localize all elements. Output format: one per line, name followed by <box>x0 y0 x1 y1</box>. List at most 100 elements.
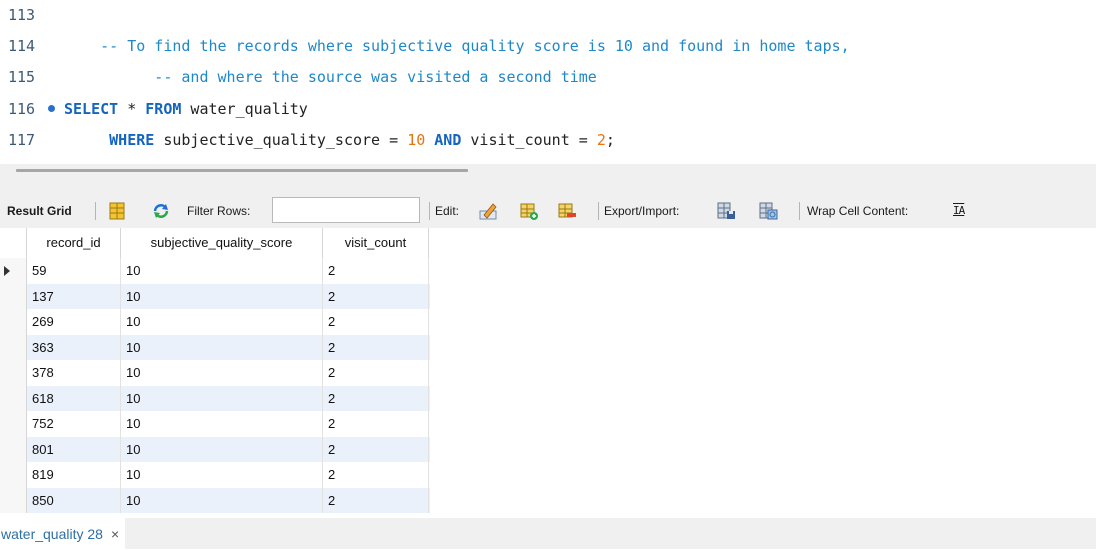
cell-visit-count[interactable]: 2 <box>323 462 429 488</box>
cell-record-id[interactable]: 269 <box>27 309 121 335</box>
cell-subjective-quality-score[interactable]: 10 <box>121 258 323 284</box>
result-tab[interactable]: water_quality 28 × <box>0 518 126 549</box>
cell-record-id[interactable]: 378 <box>27 360 121 386</box>
row-marker[interactable] <box>0 462 27 488</box>
code-text: -- To find the records where subjective … <box>64 31 850 61</box>
panel-splitter[interactable] <box>0 164 1096 194</box>
line-number: 117 <box>8 131 36 149</box>
table-row[interactable]: 819 10 2 <box>0 462 430 488</box>
code-token: 10 <box>407 131 426 149</box>
row-marker[interactable] <box>0 487 27 513</box>
line-number: 113 <box>8 6 36 24</box>
cell-visit-count[interactable]: 2 <box>323 309 429 335</box>
cell-subjective-quality-score[interactable]: 10 <box>121 411 323 437</box>
row-marker[interactable] <box>0 411 27 437</box>
sql-editor[interactable]: 113 114 -- To find the records where subj… <box>0 0 1096 164</box>
cell-visit-count[interactable]: 2 <box>323 487 429 513</box>
cell-visit-count[interactable]: 2 <box>323 258 429 284</box>
filter-rows-label: Filter Rows: <box>187 204 251 218</box>
cell-visit-count[interactable]: 2 <box>323 411 429 437</box>
cell-record-id[interactable]: 59 <box>27 258 121 284</box>
result-tab-label[interactable]: water_quality 28 <box>1 526 103 542</box>
line-number: 115 <box>8 68 36 86</box>
cell-record-id[interactable]: 801 <box>27 436 121 462</box>
cell-subjective-quality-score[interactable]: 10 <box>121 385 323 411</box>
table-row[interactable]: 752 10 2 <box>0 411 430 437</box>
cell-subjective-quality-score[interactable]: 10 <box>121 462 323 488</box>
code-token: -- To find the records where subjective … <box>64 37 850 55</box>
cell-subjective-quality-score[interactable]: 10 <box>121 487 323 513</box>
column-header-subjective-quality-score[interactable]: subjective_quality_score <box>121 228 323 258</box>
code-text: -- and where the source was visited a se… <box>64 62 597 92</box>
splitter-handle[interactable] <box>16 169 468 172</box>
refresh-icon[interactable] <box>151 201 171 221</box>
line-number: 116 <box>8 100 36 118</box>
table-row[interactable]: 378 10 2 <box>0 360 430 386</box>
code-token: ; <box>605 131 615 149</box>
cell-subjective-quality-score[interactable]: 10 <box>121 309 323 335</box>
code-token: FROM <box>145 100 182 118</box>
result-toolbar: Result Grid Filter Rows: Edit: Export/Im… <box>0 194 1096 228</box>
code-token: WHERE <box>64 131 155 149</box>
column-header-record-id[interactable]: record_id <box>27 228 121 258</box>
filter-rows-input[interactable] <box>272 197 420 223</box>
code-token: subjective_quality_score = <box>154 131 408 149</box>
code-line[interactable]: 117 WHERE subjective_quality_score = 10 … <box>0 125 1096 155</box>
cell-subjective-quality-score[interactable]: 10 <box>121 334 323 360</box>
code-token: * <box>118 100 146 118</box>
code-text: SELECT * FROM water_quality <box>64 94 308 124</box>
column-header-visit-count[interactable]: visit_count <box>323 228 429 258</box>
code-line[interactable]: 115 -- and where the source was visited … <box>0 62 1096 92</box>
row-marker[interactable] <box>0 360 27 386</box>
cell-record-id[interactable]: 752 <box>27 411 121 437</box>
code-text: WHERE subjective_quality_score = 10 AND … <box>64 125 615 155</box>
table-row[interactable]: 801 10 2 <box>0 436 430 462</box>
cell-record-id[interactable]: 363 <box>27 334 121 360</box>
add-row-icon[interactable] <box>519 201 539 221</box>
cell-record-id[interactable]: 137 <box>27 283 121 309</box>
cell-visit-count[interactable]: 2 <box>323 436 429 462</box>
edit-cell-icon[interactable] <box>478 201 498 221</box>
code-token: AND <box>434 131 462 149</box>
result-grid-label[interactable]: Result Grid <box>7 194 72 228</box>
line-number: 114 <box>8 37 36 55</box>
code-token: water_quality <box>181 100 308 118</box>
table-row[interactable]: 363 10 2 <box>0 334 430 360</box>
row-marker[interactable] <box>0 334 27 360</box>
cell-subjective-quality-score[interactable]: 10 <box>121 283 323 309</box>
table-row[interactable]: 618 10 2 <box>0 385 430 411</box>
cell-subjective-quality-score[interactable]: 10 <box>121 360 323 386</box>
row-marker[interactable] <box>0 283 27 309</box>
row-marker[interactable] <box>0 436 27 462</box>
delete-row-icon[interactable] <box>557 201 577 221</box>
row-marker[interactable] <box>0 258 27 284</box>
cell-record-id[interactable]: 819 <box>27 462 121 488</box>
close-icon[interactable]: × <box>111 526 119 542</box>
row-marker[interactable] <box>0 385 27 411</box>
cell-record-id[interactable]: 618 <box>27 385 121 411</box>
code-line[interactable]: 114 -- To find the records where subject… <box>0 31 1096 61</box>
import-icon[interactable] <box>758 201 778 221</box>
cell-visit-count[interactable]: 2 <box>323 283 429 309</box>
toolbar-separator <box>429 202 430 220</box>
edit-label: Edit: <box>435 204 460 218</box>
export-icon[interactable] <box>716 201 736 221</box>
toolbar-separator <box>799 202 800 220</box>
table-row[interactable]: 850 10 2 <box>0 487 430 513</box>
cell-visit-count[interactable]: 2 <box>323 360 429 386</box>
statement-marker-icon <box>48 105 55 112</box>
grid-layout-icon[interactable] <box>107 201 127 221</box>
export-import-label: Export/Import: <box>604 204 680 218</box>
row-marker[interactable] <box>0 309 27 335</box>
cell-subjective-quality-score[interactable]: 10 <box>121 436 323 462</box>
wrap-cell-content-label: Wrap Cell Content: <box>807 204 909 218</box>
table-row[interactable]: 59 10 2 <box>0 258 430 284</box>
table-row[interactable]: 269 10 2 <box>0 309 430 335</box>
code-line[interactable]: 116 SELECT * FROM water_quality <box>0 94 1096 124</box>
cell-visit-count[interactable]: 2 <box>323 385 429 411</box>
cell-record-id[interactable]: 850 <box>27 487 121 513</box>
table-row[interactable]: 137 10 2 <box>0 283 430 309</box>
cell-visit-count[interactable]: 2 <box>323 334 429 360</box>
code-line[interactable]: 113 <box>0 0 1096 30</box>
wrap-cell-toggle-icon[interactable]: IA <box>953 194 965 228</box>
